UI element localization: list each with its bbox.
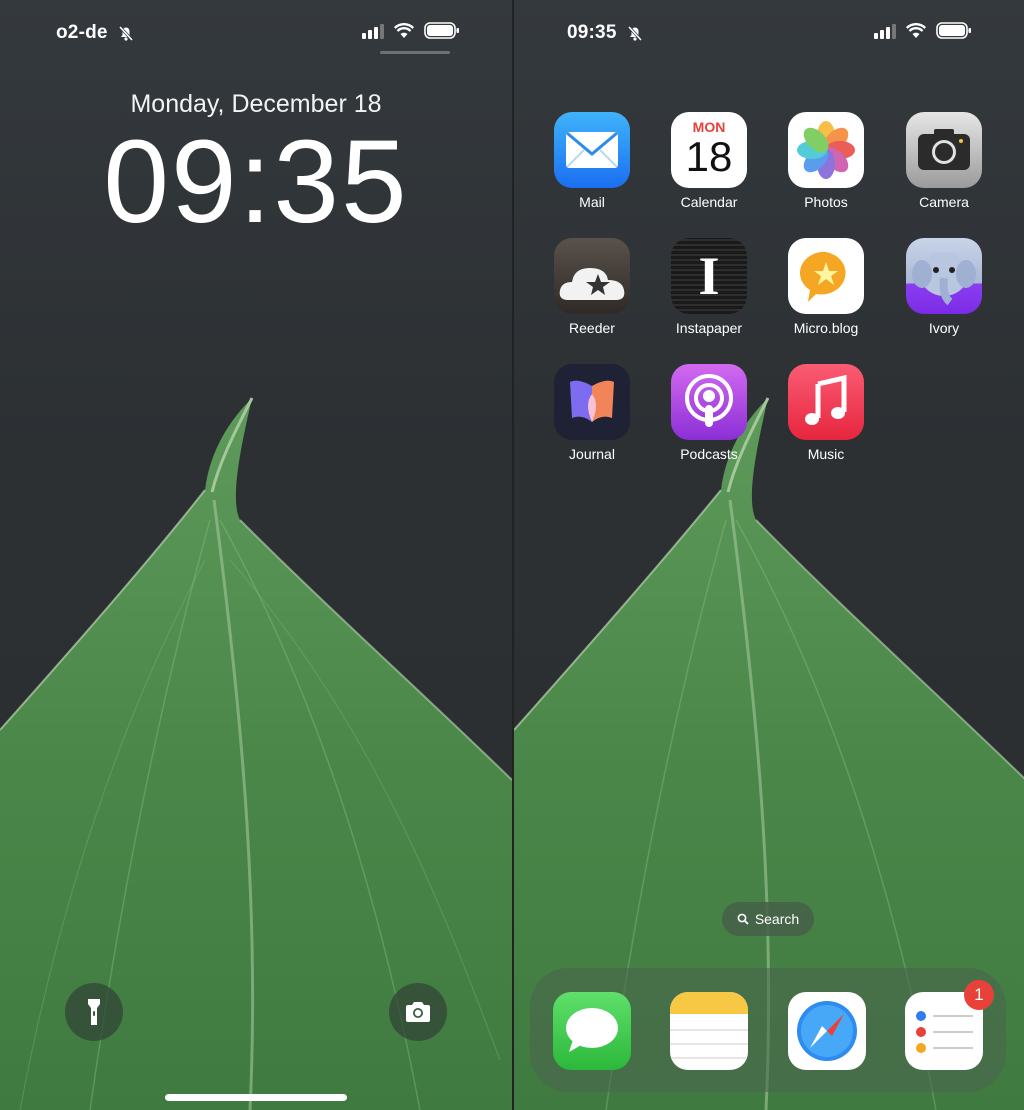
app-camera[interactable]: Camera: [894, 112, 994, 210]
silent-bell-icon: [119, 25, 134, 42]
app-calendar[interactable]: MON 18 Calendar: [659, 112, 759, 210]
battery-icon: [424, 22, 459, 39]
journal-icon: [554, 364, 630, 440]
status-bar-left: o2-de: [56, 22, 135, 48]
app-label: Instapaper: [675, 320, 743, 336]
lock-date: Monday, December 18: [130, 90, 382, 118]
wifi-icon: [394, 22, 414, 38]
search-label: Search: [754, 911, 800, 927]
flashlight-icon: [88, 999, 100, 1025]
app-label: Journal: [569, 446, 615, 462]
carrier-label: o2-de: [56, 22, 108, 43]
microblog-icon: [788, 238, 864, 314]
notification-grabber[interactable]: [380, 51, 450, 54]
app-music[interactable]: Music: [776, 364, 876, 462]
reeder-icon: [554, 238, 630, 314]
status-bar-right: [362, 22, 460, 48]
status-time: 09:35: [567, 22, 617, 43]
safari-icon[interactable]: [788, 992, 866, 1070]
spotlight-search-button[interactable]: Search: [722, 902, 814, 936]
silent-bell-icon: [627, 25, 643, 42]
app-instapaper[interactable]: I Instapaper: [659, 238, 759, 336]
app-label: Camera: [919, 194, 969, 210]
instapaper-icon: I: [671, 238, 747, 314]
app-ivory[interactable]: Ivory: [894, 238, 994, 336]
home-status-bar-right: [874, 22, 972, 48]
camera-shortcut-button[interactable]: [389, 983, 447, 1041]
lock-screen: o2-de Monday, December 18 09:35: [0, 0, 512, 1110]
dock: [530, 968, 1006, 1092]
flashlight-button[interactable]: [65, 983, 123, 1041]
lock-time: 09:35: [103, 116, 409, 248]
calendar-day-number: 18: [685, 133, 733, 180]
music-icon: [788, 364, 864, 440]
messages-icon[interactable]: [553, 992, 631, 1070]
app-microblog[interactable]: Micro.blog: [776, 238, 876, 336]
mail-icon: [554, 112, 630, 188]
ivory-icon: [906, 238, 982, 314]
app-label: Podcasts: [680, 446, 738, 462]
instapaper-glyph: I: [698, 246, 720, 306]
photos-icon: [788, 112, 864, 188]
app-podcasts[interactable]: Podcasts: [659, 364, 759, 462]
app-label: Micro.blog: [793, 320, 859, 336]
app-reeder[interactable]: Reeder: [542, 238, 642, 336]
podcasts-icon: [671, 364, 747, 440]
calendar-icon: MON 18: [671, 112, 747, 188]
cellular-signal-icon: [874, 23, 896, 39]
notes-icon[interactable]: [670, 992, 748, 1070]
camera-icon: [406, 1002, 430, 1022]
app-label: Music: [807, 446, 845, 462]
wifi-icon: [906, 22, 926, 38]
home-indicator[interactable]: [165, 1094, 347, 1101]
cellular-signal-icon: [362, 23, 384, 39]
search-icon: [737, 913, 749, 925]
app-label: Reeder: [569, 320, 615, 336]
battery-icon: [936, 22, 971, 39]
app-label: Calendar: [680, 194, 738, 210]
app-label: Mail: [579, 194, 605, 210]
camera-icon: [906, 112, 982, 188]
app-photos[interactable]: Photos: [776, 112, 876, 210]
app-journal[interactable]: Journal: [542, 364, 642, 462]
reminders-badge: 1: [964, 980, 994, 1010]
home-status-bar-left: 09:35: [567, 22, 644, 48]
app-label: Photos: [804, 194, 848, 210]
app-mail[interactable]: Mail: [542, 112, 642, 210]
app-label: Ivory: [928, 320, 960, 336]
